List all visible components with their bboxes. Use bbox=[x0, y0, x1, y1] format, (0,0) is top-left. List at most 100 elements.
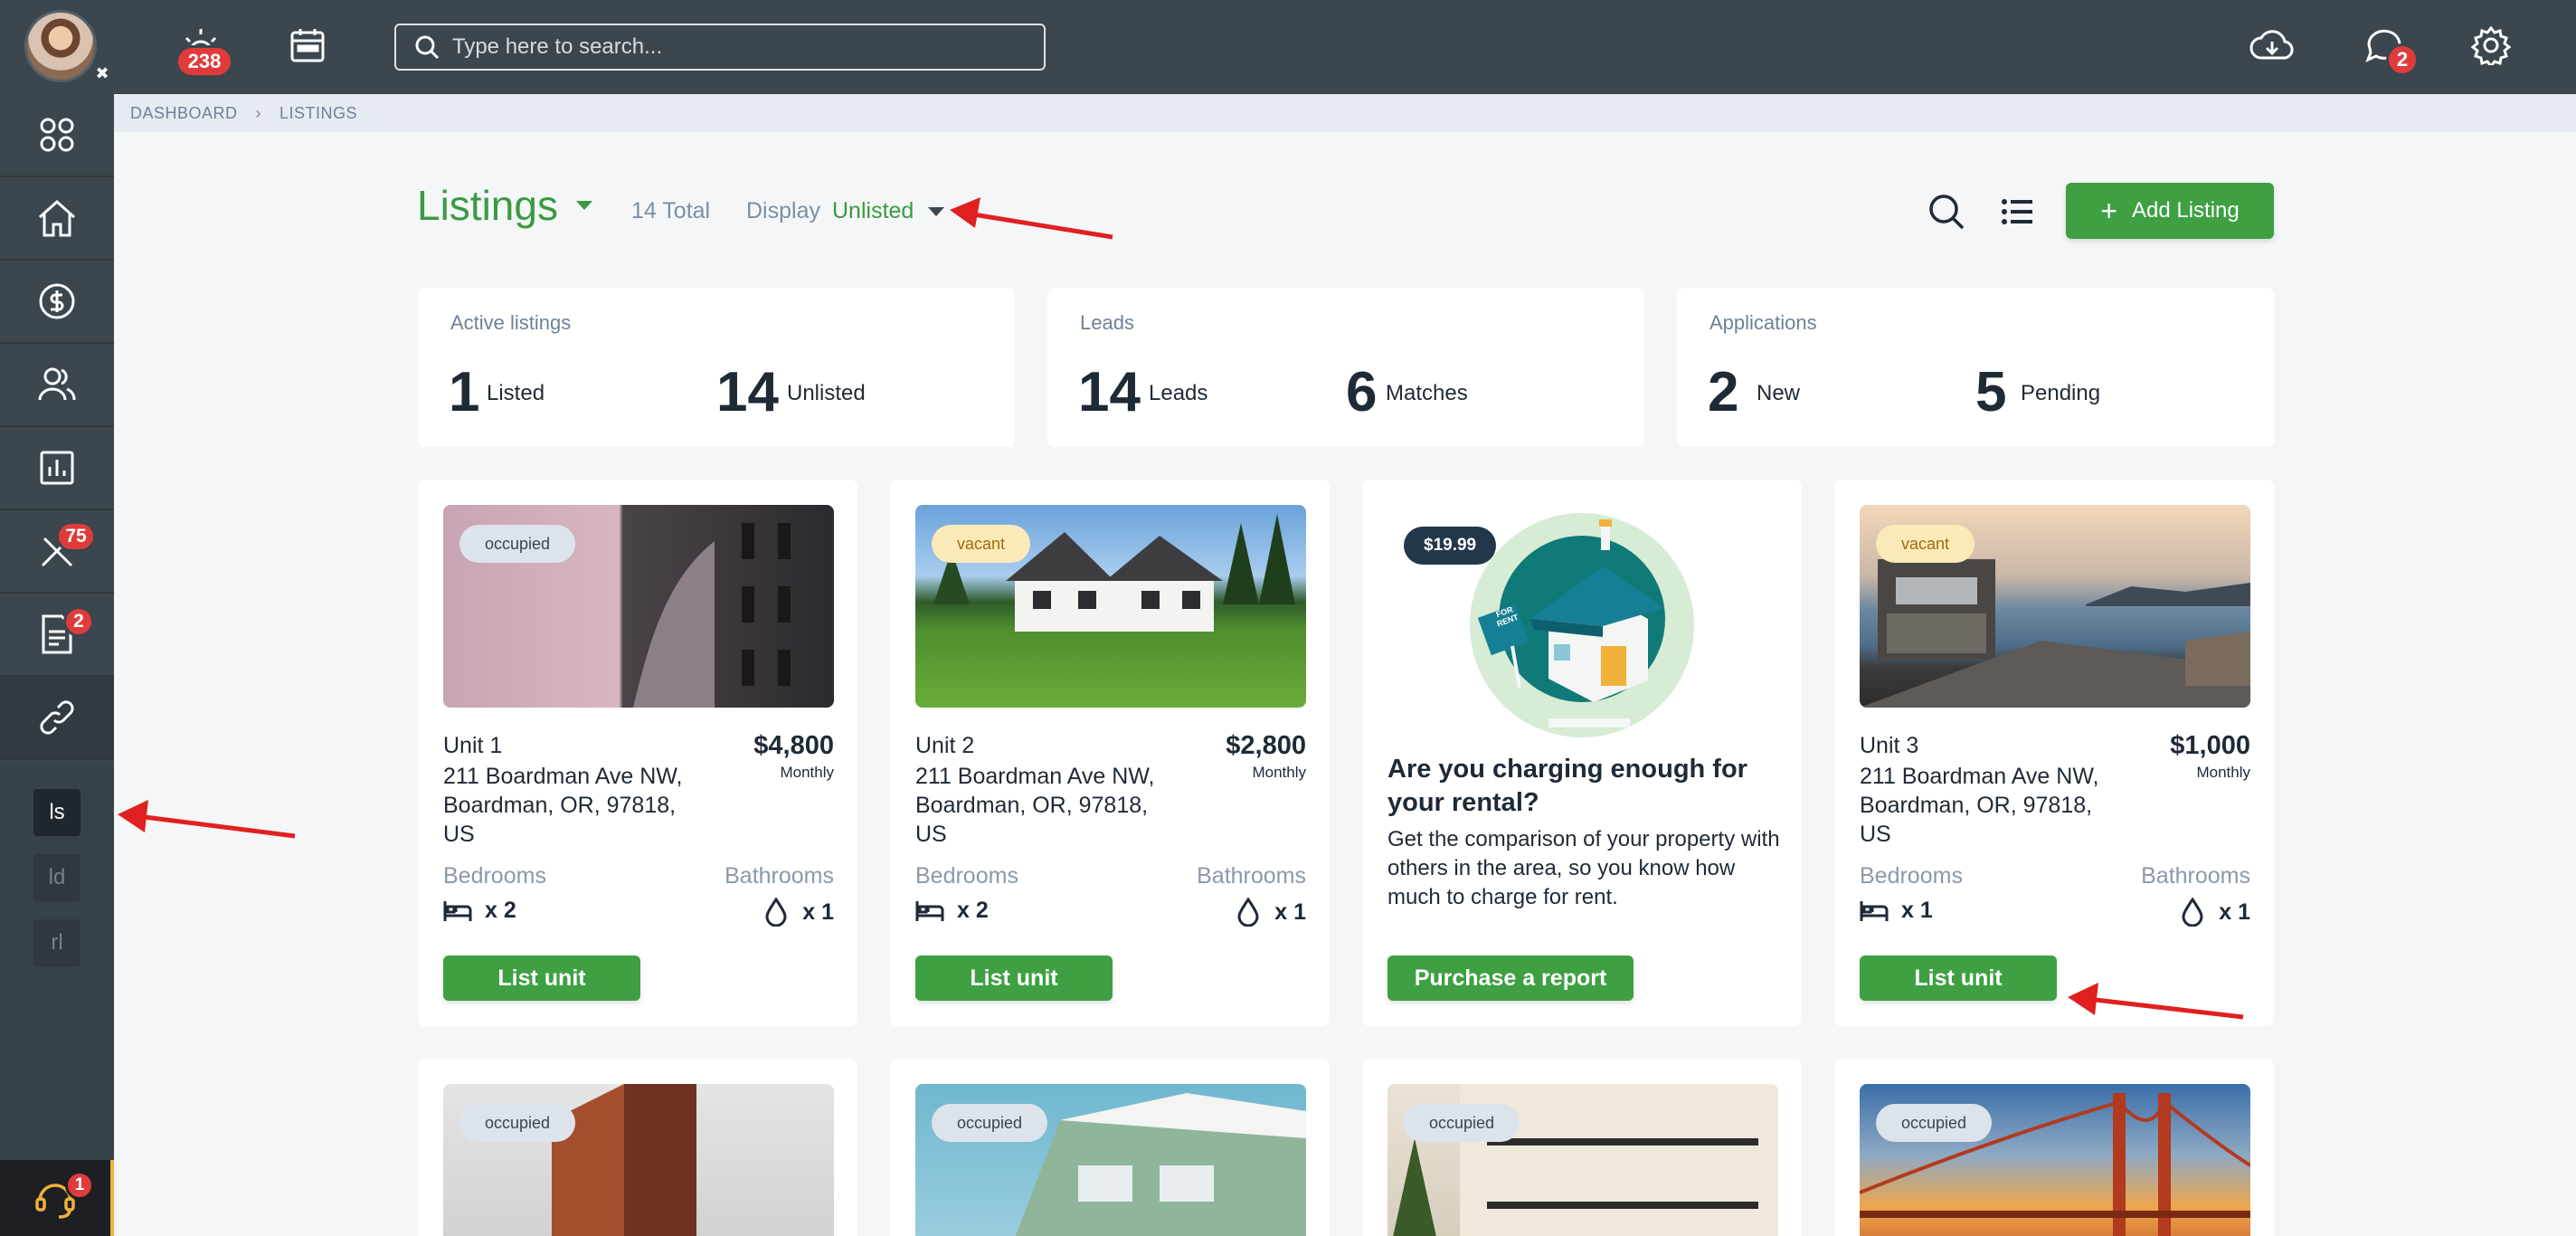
purchase-report-button[interactable]: Purchase a report bbox=[1387, 956, 1634, 1001]
listing-card-unit-2[interactable]: vacant Unit 2 211 Boardman Ave NW, Board… bbox=[890, 480, 1330, 1026]
sidebar-item-listings[interactable] bbox=[0, 677, 114, 760]
alerts-badge: 238 bbox=[175, 45, 233, 78]
bar-chart-icon bbox=[40, 451, 74, 485]
support-badge: 1 bbox=[65, 1171, 94, 1200]
search-listings-icon[interactable] bbox=[1925, 190, 1968, 233]
promo-title: Are you charging enough for your rental? bbox=[1387, 755, 1747, 817]
sidebar-item-home[interactable] bbox=[0, 177, 114, 261]
display-value: Unlisted bbox=[832, 198, 914, 223]
listing-card[interactable]: occupied bbox=[890, 1059, 1330, 1236]
stat-card-applications: Applications 2 New 5 Pending bbox=[1677, 288, 2274, 447]
breadcrumb: DASHBOARD › LISTINGS bbox=[114, 94, 2576, 132]
bedrooms-value: x 1 bbox=[1860, 898, 1933, 924]
user-avatar[interactable] bbox=[24, 10, 97, 82]
status-tag: vacant bbox=[1876, 525, 1975, 563]
water-drop-icon bbox=[1237, 898, 1259, 927]
bedrooms-count: x 1 bbox=[1901, 898, 1933, 923]
dollar-icon bbox=[39, 283, 75, 319]
sidebar-item-apps[interactable] bbox=[0, 94, 114, 177]
list-unit-button[interactable]: List unit bbox=[443, 956, 640, 1001]
listing-photo: vacant bbox=[915, 505, 1306, 708]
bathrooms-count: x 1 bbox=[1274, 898, 1306, 925]
add-listing-button[interactable]: + Add Listing bbox=[2066, 183, 2274, 239]
unit-address: 211 Boardman Ave NW, Boardman, OR, 97818… bbox=[443, 764, 683, 847]
listing-card[interactable]: occupied bbox=[1362, 1059, 1802, 1236]
submenu-item-rl[interactable]: rl bbox=[33, 919, 80, 966]
stat-number: 14 bbox=[1078, 361, 1141, 423]
stat-unit: Pending bbox=[2021, 381, 2101, 405]
settings-gear-icon[interactable] bbox=[2466, 20, 2516, 71]
bed-icon bbox=[1860, 900, 1889, 921]
pin-icon: ✖ bbox=[95, 64, 109, 82]
bed-icon bbox=[915, 900, 944, 921]
display-label: Display bbox=[746, 198, 820, 223]
bedrooms-value: x 2 bbox=[443, 898, 516, 924]
listing-card-unit-3[interactable]: vacant Unit 3 211 Boardman Ave NW, Board… bbox=[1834, 480, 2274, 1026]
submenu-item-ls[interactable]: ls bbox=[33, 789, 80, 836]
bedrooms-count: x 2 bbox=[485, 898, 516, 923]
bathrooms-value: x 1 bbox=[2181, 898, 2250, 927]
stat-card-leads: Leads 14 Leads 6 Matches bbox=[1047, 288, 1644, 447]
listing-photo: occupied bbox=[443, 1084, 834, 1236]
list-unit-button[interactable]: List unit bbox=[915, 956, 1113, 1001]
list-unit-button[interactable]: List unit bbox=[1860, 956, 2057, 1001]
chat-badge: 2 bbox=[2386, 43, 2419, 76]
search-box[interactable] bbox=[394, 24, 1046, 71]
price-period: Monthly bbox=[2196, 764, 2250, 781]
sidebar-item-maintenance[interactable]: 75 bbox=[0, 510, 114, 594]
listing-photo: occupied bbox=[443, 505, 834, 708]
listing-photo: occupied bbox=[915, 1084, 1306, 1236]
bed-icon bbox=[443, 900, 472, 921]
search-input[interactable] bbox=[452, 34, 1031, 60]
stat-unit: Leads bbox=[1149, 381, 1208, 405]
unit-name: Unit 2 bbox=[915, 733, 975, 758]
stat-label: Applications bbox=[1709, 311, 1817, 334]
sidebar-item-documents[interactable]: 2 bbox=[0, 594, 114, 677]
breadcrumb-dashboard[interactable]: DASHBOARD bbox=[130, 104, 238, 123]
list-view-icon[interactable] bbox=[1995, 190, 2039, 233]
cloud-download-icon[interactable] bbox=[2247, 20, 2297, 71]
alerts-icon[interactable]: 238 bbox=[175, 20, 233, 78]
sidebar-item-payments[interactable] bbox=[0, 261, 114, 344]
documents-badge: 2 bbox=[63, 606, 94, 637]
unit-price: $4,800 bbox=[753, 731, 834, 760]
price-period: Monthly bbox=[1252, 764, 1306, 781]
listing-card[interactable]: occupied bbox=[418, 1059, 857, 1236]
unit-price: $2,800 bbox=[1226, 731, 1306, 760]
stat-card-active-listings: Active listings 1 Listed 14 Unlisted bbox=[418, 288, 1015, 447]
report-price-badge: $19.99 bbox=[1404, 527, 1497, 565]
breadcrumb-listings: LISTINGS bbox=[279, 103, 358, 122]
bedrooms-count: x 2 bbox=[957, 898, 989, 923]
listing-card-unit-1[interactable]: occupied Unit 1 211 Boardman Ave NW, Boa… bbox=[418, 480, 857, 1026]
search-icon bbox=[415, 35, 440, 60]
stat-unit: Unlisted bbox=[787, 381, 866, 405]
sidebar-item-people[interactable] bbox=[0, 344, 114, 427]
stat-number: 6 bbox=[1346, 361, 1378, 423]
submenu-item-ld[interactable]: ld bbox=[33, 854, 80, 901]
bedrooms-label: Bedrooms bbox=[915, 863, 1018, 889]
promo-description: Get the comparison of your property with… bbox=[1387, 827, 1780, 909]
sidebar-item-reports[interactable] bbox=[0, 427, 114, 510]
stat-unit: Listed bbox=[487, 381, 545, 405]
link-icon bbox=[40, 700, 74, 735]
status-tag: occupied bbox=[1876, 1104, 1993, 1142]
listings-title-dropdown[interactable]: Listings bbox=[417, 181, 592, 230]
unit-name: Unit 3 bbox=[1860, 733, 1919, 758]
stat-number: 2 bbox=[1708, 361, 1739, 423]
water-drop-icon bbox=[765, 898, 787, 927]
bathrooms-label: Bathrooms bbox=[724, 863, 834, 889]
display-filter-dropdown[interactable]: Unlisted bbox=[832, 198, 945, 224]
bathrooms-count: x 1 bbox=[802, 898, 834, 925]
top-bar: ✖ 238 2 bbox=[0, 0, 2576, 94]
stat-unit: New bbox=[1757, 381, 1801, 405]
listings-total: 14 Total bbox=[631, 198, 711, 223]
unit-address: 211 Boardman Ave NW, Boardman, OR, 97818… bbox=[915, 764, 1155, 847]
support-button[interactable]: 1 bbox=[0, 1160, 114, 1236]
stat-label: Leads bbox=[1080, 311, 1134, 334]
chat-icon[interactable]: 2 bbox=[2359, 20, 2419, 76]
home-icon bbox=[38, 199, 76, 237]
listing-card[interactable]: occupied bbox=[1834, 1059, 2274, 1236]
calendar-icon[interactable] bbox=[282, 20, 333, 71]
listings-submenu: ls ld rl bbox=[0, 764, 114, 1160]
bedrooms-label: Bedrooms bbox=[1860, 863, 1963, 889]
